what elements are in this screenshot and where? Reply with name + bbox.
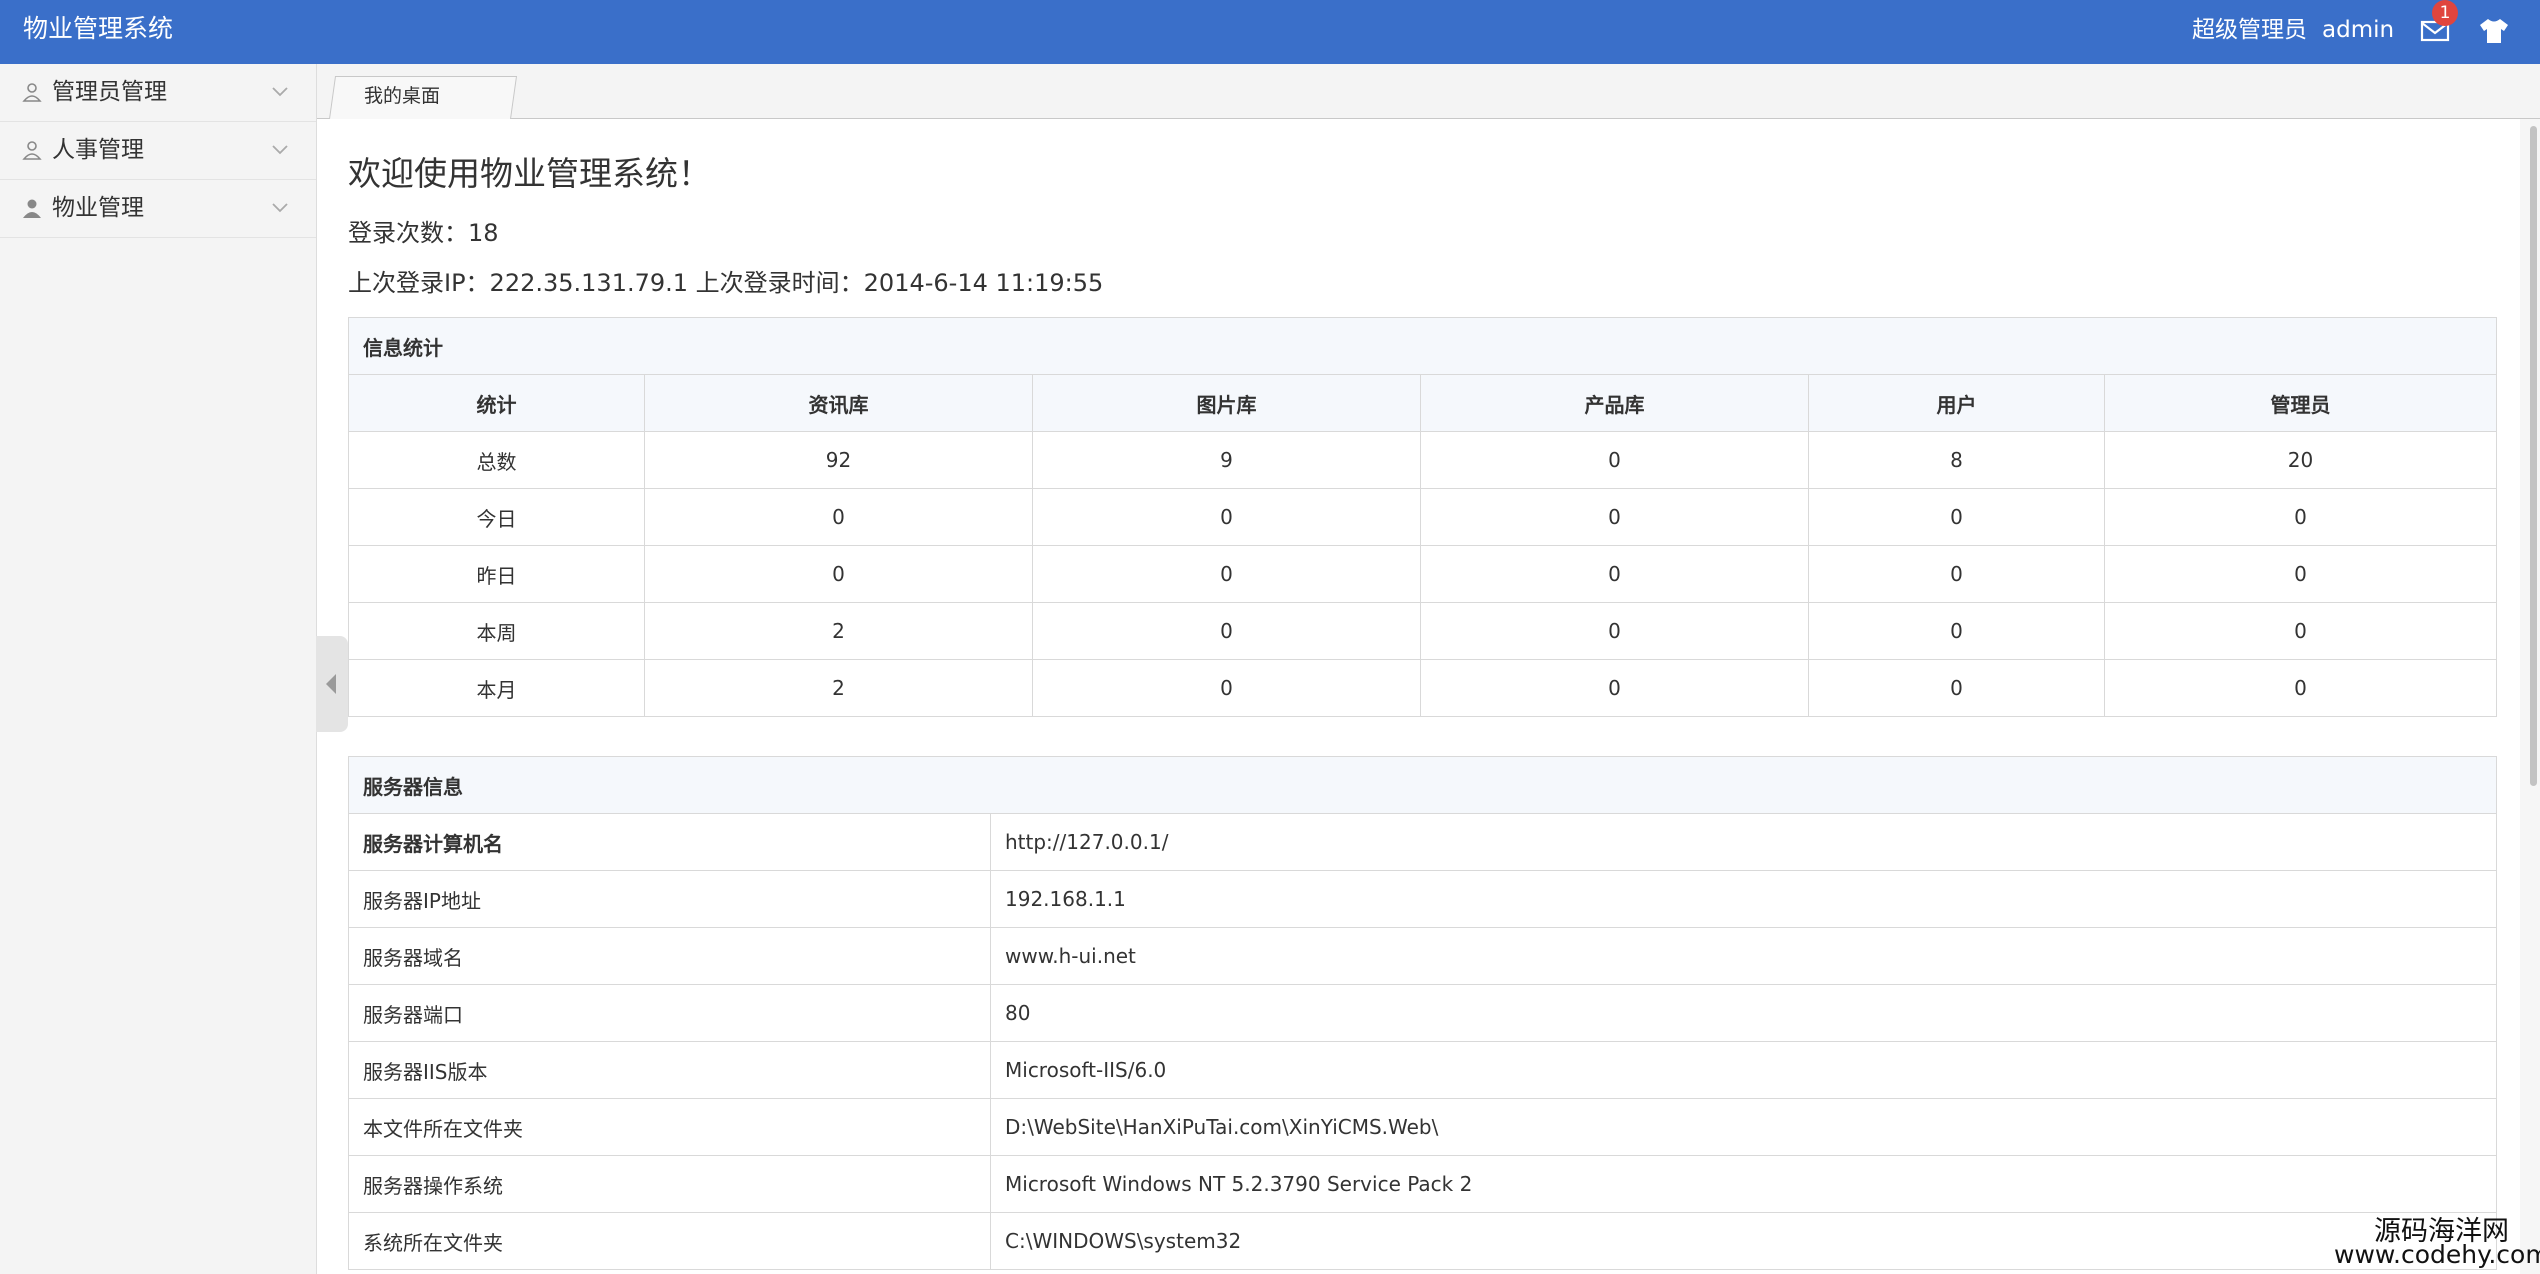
table-cell: 0: [1420, 602, 1809, 660]
table-cell: 0: [2103, 545, 2498, 603]
table-cell: 0: [1808, 659, 2105, 717]
message-count-badge[interactable]: 1: [2432, 0, 2458, 26]
welcome-heading: 欢迎使用物业管理系统！: [348, 154, 711, 193]
column-header: 产品库: [1420, 374, 1809, 432]
table-row: 今日 0 0 0 0 0: [348, 488, 2498, 546]
table-cell: 0: [1032, 488, 1421, 546]
sidebar-item-property-management[interactable]: 物业管理: [0, 180, 316, 238]
table-row: 系统所在文件夹 C:\WINDOWS\system32: [348, 1212, 2497, 1270]
table-cell: www.h-ui.net: [990, 927, 2497, 985]
last-login-text: 上次登录IP：222.35.131.79.1 上次登录时间：2014-6-14 …: [348, 269, 1104, 297]
table-row: 总数 92 9 0 8 20: [348, 431, 2498, 489]
row-label: 总数: [348, 431, 645, 489]
scrollbar-thumb[interactable]: [2530, 126, 2537, 786]
table-cell: 0: [2103, 659, 2498, 717]
column-header: 管理员: [2103, 374, 2498, 432]
stats-table: 信息统计 统计 资讯库 图片库 产品库 用户 管理员 总数 92 9 0 8 2…: [347, 317, 2498, 717]
server-info-table: 服务器信息 服务器计算机名 http://127.0.0.1/ 服务器IP地址 …: [348, 756, 2497, 1270]
sidebar-item-hr-management[interactable]: 人事管理: [0, 122, 316, 180]
chevron-down-icon: [272, 203, 288, 213]
table-cell: 2: [644, 602, 1033, 660]
table-cell: 20: [2103, 431, 2498, 489]
table-cell: C:\WINDOWS\system32: [990, 1212, 2497, 1270]
table-row: 本周 2 0 0 0 0: [348, 602, 2498, 660]
table-cell: 0: [644, 545, 1033, 603]
table-cell: 0: [1808, 545, 2105, 603]
row-label: 系统所在文件夹: [348, 1212, 991, 1270]
table-cell: 0: [2103, 602, 2498, 660]
table-row: 服务器操作系统 Microsoft Windows NT 5.2.3790 Se…: [348, 1155, 2497, 1213]
table-cell: 0: [1808, 602, 2105, 660]
watermark-url: www.codehy.com: [2334, 1240, 2540, 1269]
table-row: 服务器计算机名 http://127.0.0.1/: [348, 813, 2497, 871]
user-filled-icon: [23, 199, 41, 218]
table-row: 服务器IIS版本 Microsoft-IIS/6.0: [348, 1041, 2497, 1099]
table-cell: 2: [644, 659, 1033, 717]
table-cell: D:\WebSite\HanXiPuTai.com\XinYiCMS.Web\: [990, 1098, 2497, 1156]
row-label: 昨日: [348, 545, 645, 603]
table-row: 本文件所在文件夹 D:\WebSite\HanXiPuTai.com\XinYi…: [348, 1098, 2497, 1156]
table-cell: Microsoft Windows NT 5.2.3790 Service Pa…: [990, 1155, 2497, 1213]
sidebar-collapse-button[interactable]: [316, 636, 348, 732]
table-row: 服务器IP地址 192.168.1.1: [348, 870, 2497, 928]
chevron-down-icon: [272, 87, 288, 97]
tab-label[interactable]: 我的桌面: [334, 82, 470, 110]
stats-table-caption: 信息统计: [347, 317, 2498, 375]
sidebar-item-label: 物业管理: [52, 195, 144, 221]
table-cell: 9: [1032, 431, 1421, 489]
column-header: 统计: [348, 374, 645, 432]
row-label: 本周: [348, 602, 645, 660]
row-label: 服务器计算机名: [348, 813, 991, 871]
skin-shirt-icon[interactable]: [2478, 16, 2510, 46]
row-label: 服务器域名: [348, 927, 991, 985]
column-header: 图片库: [1032, 374, 1421, 432]
row-label: 服务器端口: [348, 984, 991, 1042]
table-cell: 80: [990, 984, 2497, 1042]
login-count-text: 登录次数：18: [348, 219, 499, 247]
app-title[interactable]: 物业管理系统: [23, 12, 173, 46]
user-outline-icon: [22, 83, 42, 102]
row-label: 今日: [348, 488, 645, 546]
row-label: 服务器IP地址: [348, 870, 991, 928]
table-cell: Microsoft-IIS/6.0: [990, 1041, 2497, 1099]
table-header-row: 统计 资讯库 图片库 产品库 用户 管理员: [348, 374, 2498, 432]
sidebar-item-label: 管理员管理: [52, 79, 167, 105]
row-label: 服务器操作系统: [348, 1155, 991, 1213]
table-cell: 0: [644, 488, 1033, 546]
table-row: 服务器域名 www.h-ui.net: [348, 927, 2497, 985]
table-cell: 0: [1808, 488, 2105, 546]
table-cell: 92: [644, 431, 1033, 489]
table-row: 本月 2 0 0 0 0: [348, 659, 2498, 717]
table-cell: 8: [1808, 431, 2105, 489]
table-cell: http://127.0.0.1/: [990, 813, 2497, 871]
table-cell: 0: [1420, 431, 1809, 489]
tab-bar: [317, 64, 2540, 119]
top-navbar: 物业管理系统 超级管理员 admin 1: [0, 0, 2540, 64]
table-row: 昨日 0 0 0 0 0: [348, 545, 2498, 603]
user-outline-icon: [22, 141, 42, 160]
row-label: 服务器IIS版本: [348, 1041, 991, 1099]
table-cell: 192.168.1.1: [990, 870, 2497, 928]
chevron-down-icon: [272, 145, 288, 155]
table-cell: 0: [1032, 545, 1421, 603]
table-cell: 0: [1420, 488, 1809, 546]
column-header: 用户: [1808, 374, 2105, 432]
row-label: 本月: [348, 659, 645, 717]
sidebar-item-admin-management[interactable]: 管理员管理: [0, 64, 316, 122]
caret-left-icon: [326, 674, 336, 694]
user-role-label[interactable]: 超级管理员: [2192, 14, 2307, 46]
table-cell: 0: [1420, 545, 1809, 603]
table-cell: 0: [1032, 659, 1421, 717]
table-cell: 0: [1032, 602, 1421, 660]
user-name-dropdown[interactable]: admin: [2322, 14, 2394, 46]
sidebar-menu: 管理员管理 人事管理 物业管理: [0, 64, 317, 1274]
table-cell: 0: [2103, 488, 2498, 546]
table-cell: 0: [1420, 659, 1809, 717]
row-label: 本文件所在文件夹: [348, 1098, 991, 1156]
server-table-caption: 服务器信息: [348, 756, 2497, 814]
column-header: 资讯库: [644, 374, 1033, 432]
sidebar-item-label: 人事管理: [52, 137, 144, 163]
table-row: 服务器端口 80: [348, 984, 2497, 1042]
